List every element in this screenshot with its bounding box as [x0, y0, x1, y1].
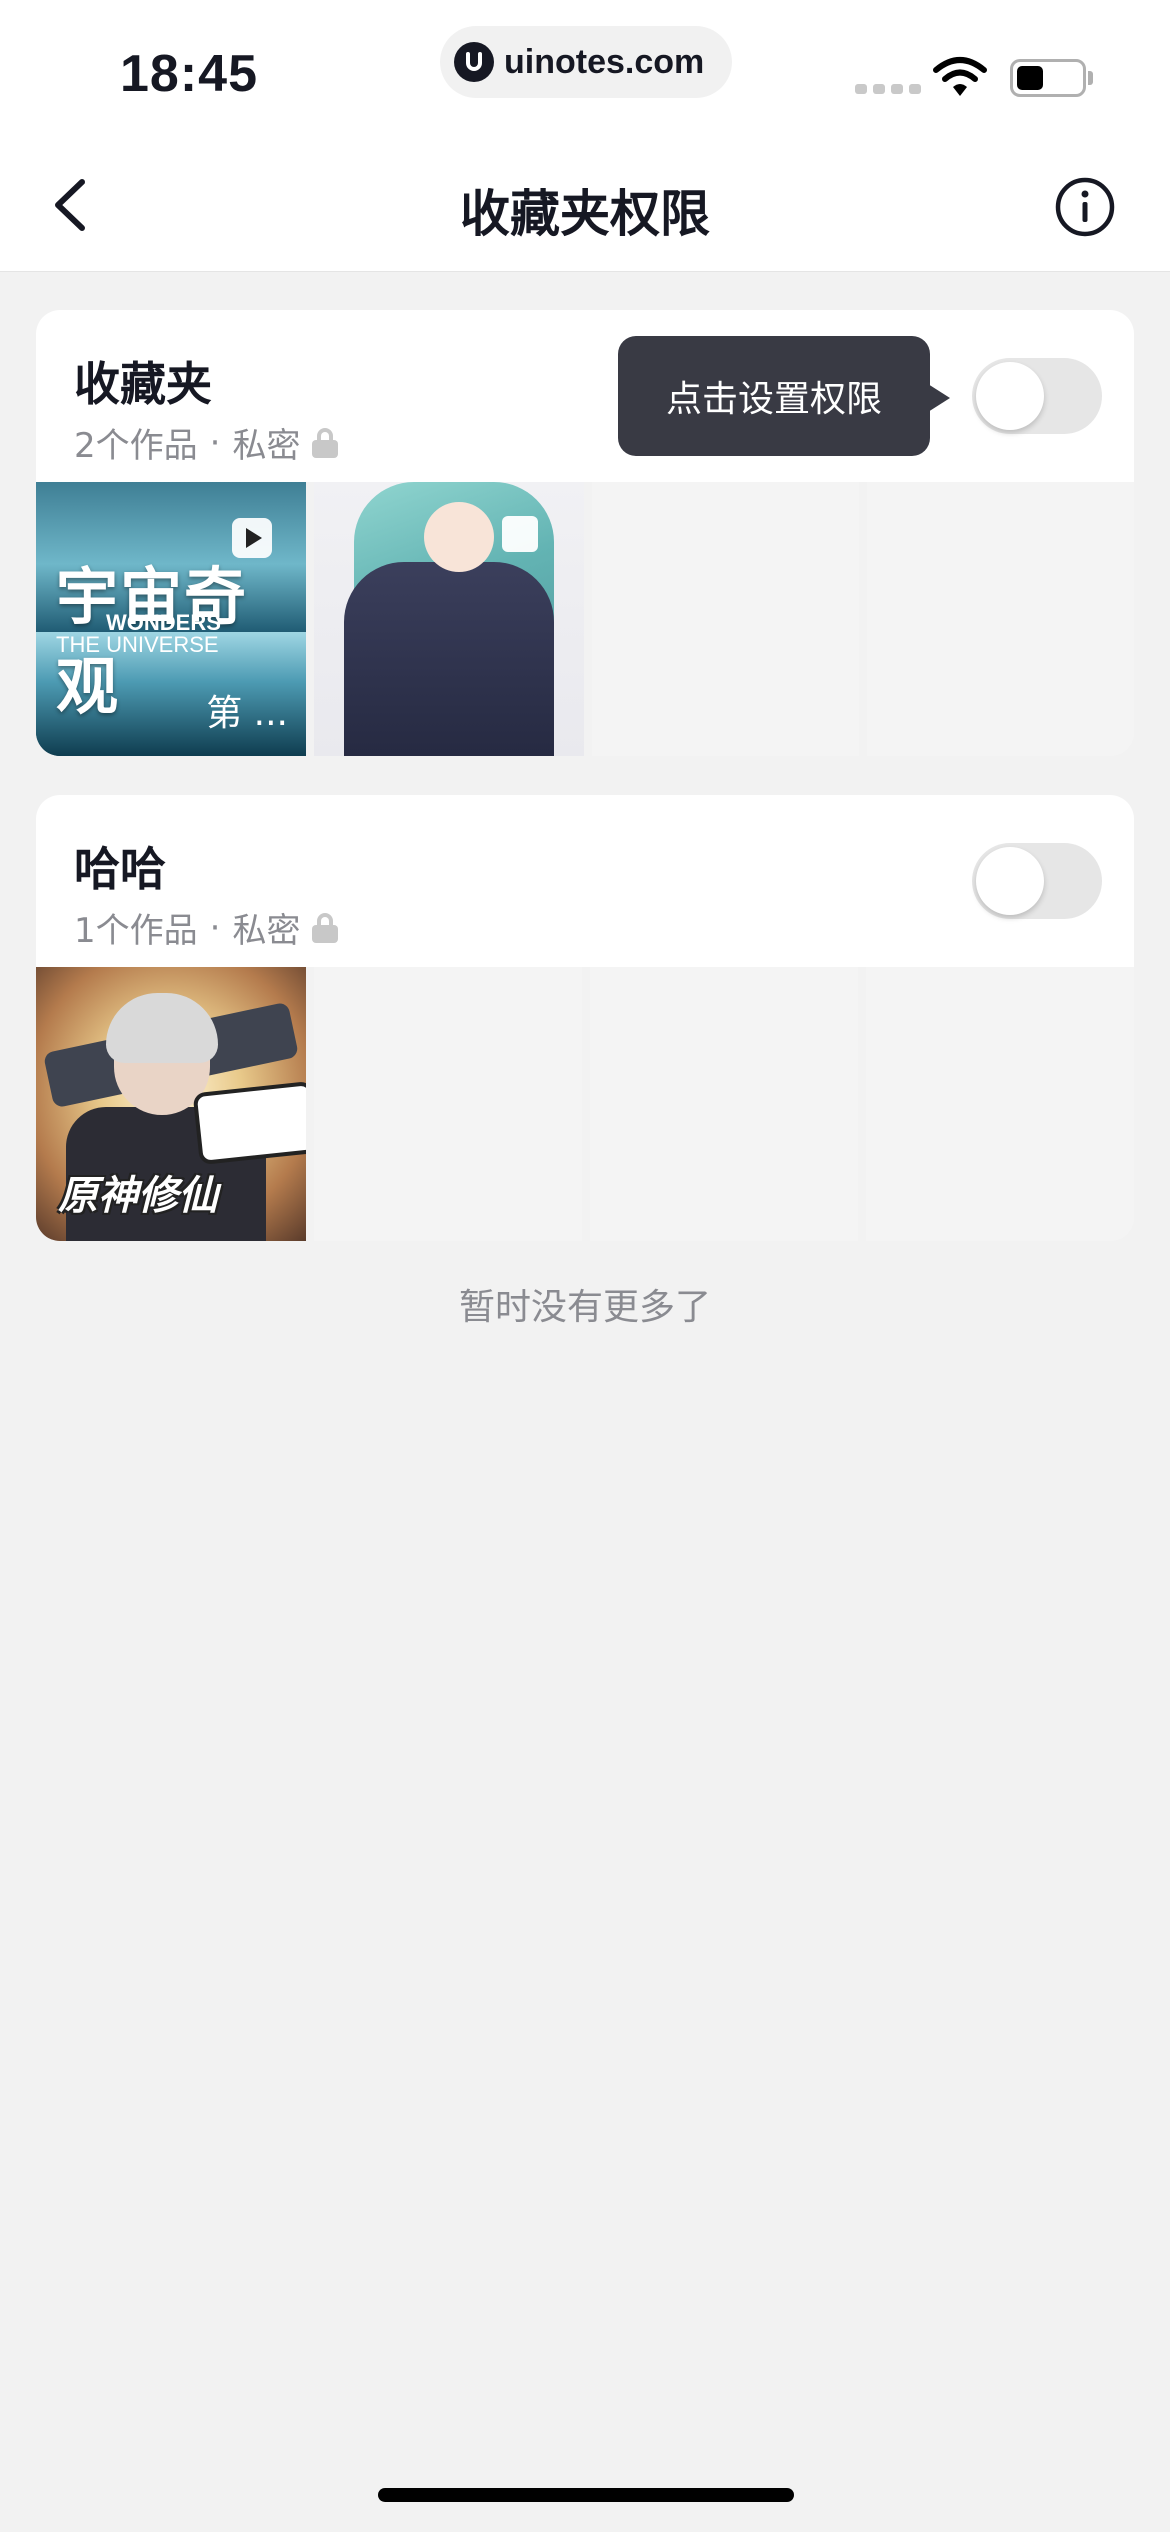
privacy-toggle[interactable]	[972, 843, 1102, 919]
signal-icon	[855, 84, 921, 94]
lock-icon	[312, 427, 339, 458]
status-bar: 18:45 uinotes.com	[0, 0, 1170, 140]
thumbnail-video[interactable]: 宇宙奇观 WONDERS THE UNIVERSE 第 ...	[36, 482, 306, 756]
info-circle-icon	[1055, 177, 1115, 237]
folder-meta: 2个作品 · 私密	[74, 418, 339, 467]
thumbnail-video[interactable]: 原神修仙	[36, 967, 306, 1241]
folder-count: 2个作品	[74, 426, 198, 466]
thumbnail-placeholder	[867, 482, 1134, 756]
thumbnail-image[interactable]	[314, 482, 584, 756]
permission-tooltip[interactable]: 点击设置权限	[618, 336, 950, 456]
meta-separator: ·	[209, 907, 221, 948]
status-time: 18:45	[120, 45, 258, 103]
thumb-art	[192, 1080, 306, 1166]
thumbnail-placeholder	[592, 482, 859, 756]
folder-name: 哈哈	[74, 842, 166, 896]
page-title: 收藏夹权限	[460, 185, 710, 243]
meta-separator: ·	[209, 422, 221, 463]
lock-icon	[312, 912, 339, 943]
toggle-knob	[976, 847, 1044, 915]
thumb-subtitle: THE UNIVERSE	[56, 632, 219, 657]
folder-privacy: 私密	[232, 426, 301, 466]
nav-bar: 收藏夹权限	[0, 140, 1170, 272]
folder-privacy: 私密	[232, 911, 301, 951]
thumb-episode: 第 ...	[206, 693, 288, 734]
thumb-art	[344, 562, 554, 756]
thumb-art	[424, 502, 494, 572]
toggle-knob	[976, 362, 1044, 430]
url-text: uinotes.com	[504, 42, 705, 81]
folder-meta: 1个作品 · 私密	[74, 903, 339, 952]
thumb-caption: 原神修仙	[58, 1173, 218, 1219]
thumb-art	[106, 993, 218, 1063]
site-logo-icon	[454, 42, 494, 82]
folder-count: 1个作品	[74, 911, 198, 951]
thumbnail-placeholder	[590, 967, 858, 1241]
home-indicator[interactable]	[378, 2488, 794, 2502]
battery-icon	[1010, 59, 1086, 97]
folder-name: 收藏夹	[74, 357, 212, 411]
thumbnail-row: 宇宙奇观 WONDERS THE UNIVERSE 第 ...	[36, 482, 1134, 756]
thumbnail-placeholder	[866, 967, 1134, 1241]
play-icon	[232, 518, 272, 558]
folder-card[interactable]: 哈哈 1个作品 · 私密 原神修仙	[36, 795, 1134, 1241]
thumbnail-placeholder	[314, 967, 582, 1241]
url-pill[interactable]: uinotes.com	[440, 26, 732, 98]
privacy-toggle[interactable]	[972, 358, 1102, 434]
thumbnail-row: 原神修仙	[36, 967, 1134, 1241]
folder-card[interactable]: 收藏夹 2个作品 · 私密 宇宙奇观 WONDERS THE UNIVERSE …	[36, 310, 1134, 756]
stop-icon	[502, 516, 538, 552]
battery-tip	[1088, 71, 1093, 85]
no-more-text: 暂时没有更多了	[458, 1287, 711, 1328]
info-button[interactable]	[1054, 176, 1116, 238]
wifi-icon	[932, 56, 988, 102]
